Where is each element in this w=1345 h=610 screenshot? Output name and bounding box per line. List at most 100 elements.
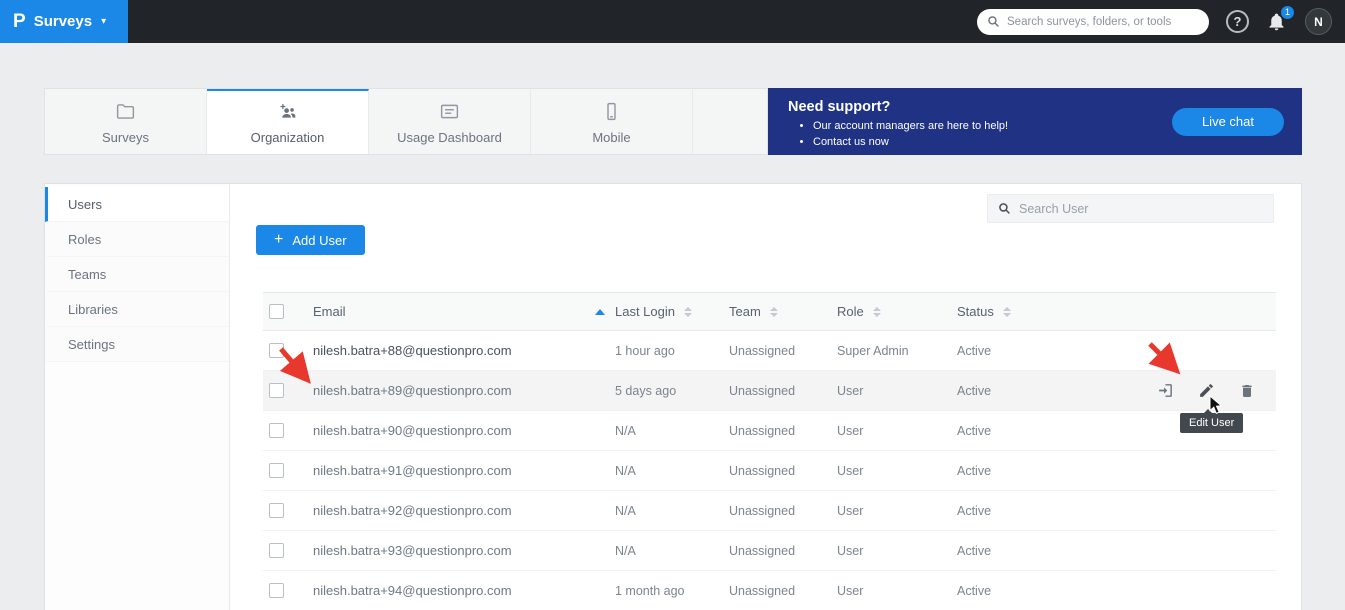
dashboard-icon	[439, 101, 460, 125]
questionpro-logo: P	[13, 11, 26, 32]
add-user-label: Add User	[292, 232, 347, 248]
sidebar-item-roles[interactable]: Roles	[45, 222, 229, 257]
table-row: nilesh.batra+89@questionpro.com 5 days a…	[263, 371, 1276, 411]
table-row: nilesh.batra+90@questionpro.com N/A Unas…	[263, 411, 1276, 451]
sort-icon[interactable]	[872, 306, 881, 317]
help-button[interactable]: ?	[1226, 10, 1249, 33]
edit-user-icon[interactable]	[1197, 382, 1215, 400]
role-cell: User	[837, 503, 864, 518]
sort-icon[interactable]	[684, 306, 692, 317]
email-header-label[interactable]: Email	[313, 304, 346, 319]
product-switcher[interactable]: P Surveys ▾	[0, 0, 128, 43]
row-checkbox[interactable]	[269, 503, 284, 518]
team-cell: Unassigned	[729, 463, 796, 478]
table-row: nilesh.batra+94@questionpro.com 1 month …	[263, 571, 1276, 610]
tab-organization[interactable]: Organization	[207, 89, 369, 154]
login-as-user-icon[interactable]	[1156, 382, 1174, 400]
role-cell: User	[837, 423, 864, 438]
role-cell: User	[837, 543, 864, 558]
live-chat-button[interactable]: Live chat	[1171, 107, 1284, 136]
last-login-cell: 1 hour ago	[615, 343, 675, 358]
user-email-link[interactable]: nilesh.batra+93@questionpro.com	[313, 543, 615, 558]
search-user-box	[987, 194, 1274, 223]
org-sidebar: Users Roles Teams Libraries Settings	[45, 184, 230, 610]
global-search-input[interactable]	[1007, 15, 1199, 28]
role-header-label[interactable]: Role	[837, 304, 864, 319]
sidebar-item-label: Users	[68, 196, 102, 212]
user-email-link[interactable]: nilesh.batra+92@questionpro.com	[313, 503, 615, 518]
last-login-cell: N/A	[615, 463, 636, 478]
users-table: Email Last Login Team Role Status nilesh…	[263, 292, 1276, 610]
last-login-cell: N/A	[615, 543, 636, 558]
notification-badge: 1	[1281, 5, 1294, 19]
user-email-link[interactable]: nilesh.batra+89@questionpro.com	[313, 383, 615, 398]
user-email-link[interactable]: nilesh.batra+90@questionpro.com	[313, 423, 615, 438]
row-checkbox[interactable]	[269, 543, 284, 558]
last-login-cell: N/A	[615, 423, 636, 438]
checkbox-cell	[263, 383, 313, 398]
team-cell: Unassigned	[729, 503, 796, 518]
topbar-right: ? 1 N	[977, 5, 1345, 35]
checkbox-cell	[263, 583, 313, 598]
sidebar-item-settings[interactable]: Settings	[45, 327, 229, 362]
help-icon: ?	[1233, 14, 1242, 29]
tab-band: Surveys Organization Usage Dashboard Mob…	[44, 88, 1302, 155]
sidebar-item-libraries[interactable]: Libraries	[45, 292, 229, 327]
status-cell: Active	[957, 383, 992, 398]
row-actions	[1057, 382, 1276, 400]
tab-mobile[interactable]: Mobile	[531, 89, 693, 154]
role-cell: User	[837, 583, 864, 598]
tabstrip-filler	[693, 89, 767, 154]
sort-icon[interactable]	[1002, 306, 1011, 317]
tab-label: Mobile	[592, 129, 631, 145]
user-email-link[interactable]: nilesh.batra+91@questionpro.com	[313, 463, 615, 478]
sidebar-item-label: Settings	[68, 336, 115, 352]
add-user-button[interactable]: + Add User	[256, 225, 365, 255]
sidebar-item-label: Libraries	[68, 301, 118, 317]
plus-icon: +	[274, 231, 284, 248]
support-bullet[interactable]: Contact us now	[813, 135, 1284, 151]
row-checkbox[interactable]	[269, 583, 284, 598]
checkbox-cell	[263, 343, 313, 358]
notifications-button[interactable]: 1	[1266, 5, 1294, 33]
tab-usage-dashboard[interactable]: Usage Dashboard	[369, 89, 531, 154]
last-login-header: Last Login	[615, 304, 729, 319]
last-login-header-label[interactable]: Last Login	[615, 304, 675, 319]
status-cell: Active	[957, 543, 992, 558]
tab-surveys[interactable]: Surveys	[45, 89, 207, 154]
checkbox-cell	[263, 503, 313, 518]
table-row: nilesh.batra+91@questionpro.com N/A Unas…	[263, 451, 1276, 491]
row-checkbox[interactable]	[269, 463, 284, 478]
search-user-input[interactable]	[1019, 201, 1263, 216]
team-header-label[interactable]: Team	[729, 304, 761, 319]
sort-icon[interactable]	[769, 306, 778, 317]
search-icon	[987, 15, 1000, 28]
role-cell: User	[837, 383, 864, 398]
status-cell: Active	[957, 423, 992, 438]
table-row: nilesh.batra+88@questionpro.com 1 hour a…	[263, 331, 1276, 371]
delete-user-icon[interactable]	[1238, 382, 1256, 400]
row-checkbox[interactable]	[269, 343, 284, 358]
role-cell: User	[837, 463, 864, 478]
sort-ascending-icon[interactable]	[595, 308, 605, 315]
status-cell: Active	[957, 503, 992, 518]
row-checkbox[interactable]	[269, 383, 284, 398]
user-email-link[interactable]: nilesh.batra+94@questionpro.com	[313, 583, 615, 598]
team-cell: Unassigned	[729, 543, 796, 558]
support-panel: Need support? Our account managers are h…	[768, 88, 1302, 155]
select-all-checkbox[interactable]	[269, 304, 284, 319]
checkbox-cell	[263, 463, 313, 478]
role-cell: Super Admin	[837, 343, 909, 358]
row-checkbox[interactable]	[269, 423, 284, 438]
team-cell: Unassigned	[729, 423, 796, 438]
checkbox-cell	[263, 423, 313, 438]
status-header-label[interactable]: Status	[957, 304, 994, 319]
sidebar-item-label: Roles	[68, 231, 102, 247]
user-email-link[interactable]: nilesh.batra+88@questionpro.com	[313, 343, 615, 358]
sidebar-item-teams[interactable]: Teams	[45, 257, 229, 292]
sidebar-item-users[interactable]: Users	[45, 187, 229, 222]
mobile-icon	[601, 101, 622, 125]
avatar[interactable]: N	[1305, 8, 1332, 35]
team-cell: Unassigned	[729, 383, 796, 398]
status-cell: Active	[957, 343, 992, 358]
